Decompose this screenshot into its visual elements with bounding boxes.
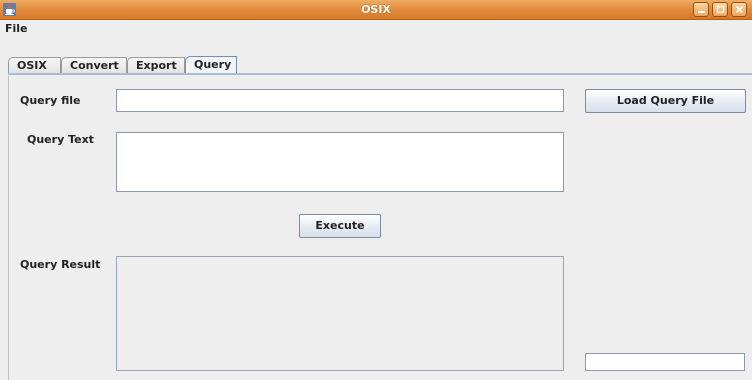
- minimize-button[interactable]: [693, 2, 709, 17]
- tab-baseline: [8, 73, 752, 75]
- load-query-file-button[interactable]: Load Query File: [585, 89, 746, 113]
- query-file-input[interactable]: [116, 89, 564, 112]
- query-text-label: Query Text: [27, 133, 94, 146]
- tab-label: Export: [136, 59, 177, 72]
- tab-label: Query: [194, 58, 232, 71]
- tab-export[interactable]: Export: [127, 57, 185, 74]
- tab-bar: OSIX Convert Export Query: [0, 35, 752, 75]
- query-file-label: Query file: [20, 94, 81, 107]
- close-button[interactable]: [731, 2, 747, 17]
- tab-label: Convert: [70, 59, 119, 72]
- load-query-file-label: Load Query File: [616, 94, 715, 107]
- tab-osix[interactable]: OSIX: [8, 57, 61, 74]
- tab-label: OSIX: [17, 59, 47, 72]
- status-field[interactable]: [585, 353, 745, 371]
- window-title: OSIX: [361, 3, 391, 16]
- execute-label: Execute: [315, 219, 365, 232]
- minimize-icon: [697, 11, 705, 13]
- main-window: OSIX File OSIX Convert Export Query Quer…: [0, 0, 752, 380]
- close-icon: [735, 5, 743, 14]
- maximize-button[interactable]: [712, 2, 728, 17]
- query-result-label: Query Result: [20, 258, 101, 271]
- tab-query[interactable]: Query: [185, 56, 237, 74]
- query-result-area[interactable]: [116, 256, 564, 371]
- maximize-icon: [716, 5, 724, 14]
- menu-file[interactable]: File: [5, 22, 28, 35]
- tab-convert[interactable]: Convert: [61, 57, 127, 74]
- execute-button[interactable]: Execute: [299, 214, 381, 238]
- title-bar[interactable]: OSIX: [0, 0, 752, 20]
- query-text-area[interactable]: [116, 132, 564, 192]
